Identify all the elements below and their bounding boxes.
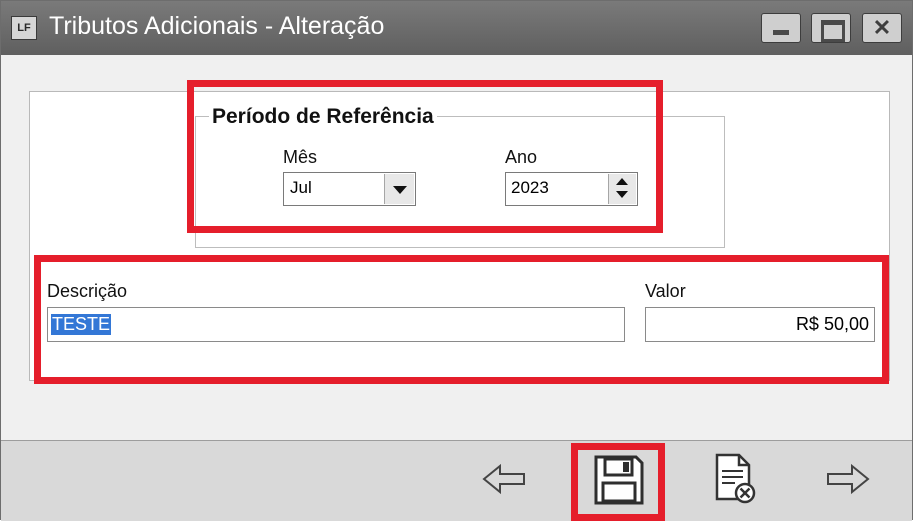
app-icon: LF bbox=[11, 16, 37, 40]
next-button[interactable] bbox=[818, 449, 878, 509]
highlight-box-save bbox=[571, 443, 665, 521]
document-cancel-icon bbox=[715, 453, 756, 504]
title-bar[interactable]: LF Tributos Adicionais - Alteração ✕ bbox=[1, 1, 912, 55]
dialog-window: LF Tributos Adicionais - Alteração ✕ Per… bbox=[0, 0, 913, 521]
close-icon: ✕ bbox=[872, 15, 892, 40]
highlight-box-period bbox=[187, 80, 663, 233]
previous-button[interactable] bbox=[474, 449, 534, 509]
close-button[interactable]: ✕ bbox=[862, 13, 902, 43]
highlight-box-fields bbox=[34, 255, 889, 384]
arrow-right-icon bbox=[827, 463, 870, 495]
cancel-button[interactable] bbox=[705, 449, 765, 509]
maximize-button[interactable] bbox=[811, 13, 851, 43]
minimize-button[interactable] bbox=[761, 13, 801, 43]
window-title: Tributos Adicionais - Alteração bbox=[49, 12, 385, 40]
toolbar-footer bbox=[1, 440, 912, 521]
arrow-left-icon bbox=[482, 463, 525, 495]
